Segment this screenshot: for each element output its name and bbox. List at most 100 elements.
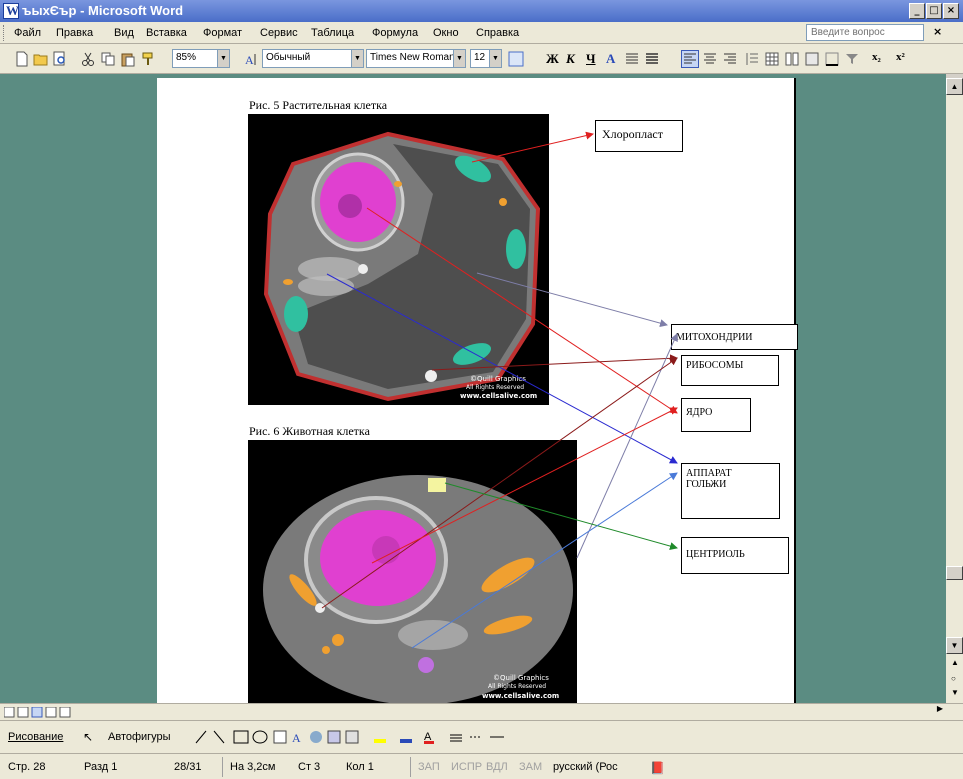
align-right-icon[interactable] bbox=[722, 51, 738, 67]
status-trk[interactable]: ИСПР bbox=[451, 761, 482, 773]
label-mitochondria[interactable]: МИТОХОНДРИИ bbox=[671, 324, 798, 350]
italic-button[interactable]: К bbox=[566, 51, 575, 67]
draw-menu-button[interactable]: Рисование bbox=[8, 731, 63, 743]
autoshapes-button[interactable]: Автофигуры bbox=[108, 731, 171, 743]
print-preview-icon[interactable] bbox=[52, 51, 68, 67]
chevron-down-icon: ▼ bbox=[351, 50, 363, 67]
style-dropdown[interactable]: Обычный ▼ bbox=[262, 49, 364, 68]
view-buttons[interactable] bbox=[4, 707, 94, 718]
print-layout-icon[interactable] bbox=[31, 707, 43, 718]
oval-tool-icon[interactable] bbox=[252, 730, 268, 744]
scroll-down-button[interactable]: ▼ bbox=[946, 637, 963, 654]
border-icon[interactable] bbox=[824, 51, 840, 67]
close-document-icon[interactable]: × bbox=[933, 25, 942, 38]
drawing-tools: A A bbox=[195, 730, 504, 745]
maximize-button[interactable]: □ bbox=[926, 3, 942, 19]
grid-icon[interactable] bbox=[804, 51, 820, 67]
web-view-icon[interactable] bbox=[17, 707, 29, 718]
menu-edit[interactable]: Правка bbox=[56, 27, 93, 39]
text-effect-button[interactable]: A bbox=[606, 51, 615, 67]
label-centriole[interactable]: ЦЕНТРИОЛЬ bbox=[681, 537, 789, 574]
horizontal-scrollbar[interactable]: ▶ bbox=[0, 703, 963, 720]
fill-color-icon[interactable] bbox=[374, 739, 386, 743]
status-bar: Стр. 28 Разд 1 28/31 На 3,2см Ст 3 Кол 1… bbox=[0, 753, 963, 779]
clipart-tool-icon[interactable] bbox=[327, 730, 341, 744]
distributed-text-icon[interactable] bbox=[624, 51, 640, 67]
label-ribosomes[interactable]: РИБОСОМЫ bbox=[681, 355, 779, 386]
scroll-right-button[interactable]: ▶ bbox=[934, 704, 946, 719]
menu-format[interactable]: Формат bbox=[203, 27, 242, 39]
scroll-thumb[interactable] bbox=[946, 566, 963, 580]
line-color-icon[interactable] bbox=[400, 739, 412, 743]
font-dropdown[interactable]: Times New Roman ▼ bbox=[366, 49, 466, 68]
menu-help[interactable]: Справка bbox=[476, 27, 519, 39]
menu-grip[interactable] bbox=[3, 25, 6, 41]
line-tool-icon[interactable] bbox=[195, 730, 207, 744]
outline-view-icon[interactable] bbox=[45, 707, 57, 718]
styles-formatting-icon[interactable] bbox=[508, 51, 524, 67]
word-app-icon[interactable] bbox=[3, 3, 19, 19]
menu-formula[interactable]: Формула bbox=[372, 27, 418, 39]
select-objects-icon[interactable]: ↖ bbox=[83, 730, 93, 744]
status-ovr[interactable]: ЗАМ bbox=[519, 761, 542, 773]
underline-button[interactable]: Ч bbox=[586, 51, 596, 67]
scroll-up-button[interactable]: ▲ bbox=[946, 78, 963, 95]
copy-icon[interactable] bbox=[100, 51, 116, 67]
next-page-icon[interactable]: ▼ bbox=[951, 688, 959, 697]
justify-icon[interactable] bbox=[644, 51, 660, 67]
vertical-scrollbar[interactable]: ▲ ▼ ▲ ○ ▼ bbox=[946, 78, 963, 703]
ask-question-input[interactable]: Введите вопрос bbox=[806, 24, 924, 41]
diagram-tool-icon[interactable] bbox=[310, 731, 322, 743]
minimize-button[interactable]: _ bbox=[909, 3, 925, 19]
open-folder-icon[interactable] bbox=[33, 51, 49, 67]
filter-icon[interactable] bbox=[844, 51, 860, 67]
status-page: Стр. 28 bbox=[8, 761, 46, 773]
wordart-tool-icon[interactable]: A bbox=[292, 731, 301, 745]
label-nucleus[interactable]: ЯДРО bbox=[681, 398, 751, 432]
label-chloroplast[interactable]: Хлоропласт bbox=[595, 120, 683, 152]
reading-view-icon[interactable] bbox=[59, 707, 71, 718]
menu-insert[interactable]: Вставка bbox=[146, 27, 187, 39]
format-painter-icon[interactable] bbox=[140, 51, 156, 67]
cut-icon[interactable] bbox=[80, 51, 96, 67]
zoom-dropdown[interactable]: 85% ▼ bbox=[172, 49, 230, 68]
picture-tool-icon[interactable] bbox=[345, 730, 359, 744]
menu-table[interactable]: Таблица bbox=[311, 27, 354, 39]
chevron-down-icon: ▼ bbox=[453, 50, 465, 67]
new-document-icon[interactable] bbox=[14, 51, 30, 67]
standard-toolbar: 85% ▼ A Обычный ▼ Times New Roman ▼ 12 ▼… bbox=[0, 44, 963, 74]
close-button[interactable]: × bbox=[943, 3, 959, 19]
styles-pane-icon[interactable]: A bbox=[244, 51, 260, 67]
subscript-button[interactable]: x₂ bbox=[872, 51, 881, 63]
browse-object-icon[interactable]: ○ bbox=[951, 674, 956, 683]
line-style-icon[interactable] bbox=[450, 734, 462, 742]
paste-icon[interactable] bbox=[120, 51, 136, 67]
textbox-tool-icon[interactable] bbox=[273, 730, 287, 744]
menu-window[interactable]: Окно bbox=[433, 27, 459, 39]
status-ext[interactable]: ВДЛ bbox=[486, 761, 508, 773]
status-rec[interactable]: ЗАП bbox=[418, 761, 440, 773]
menu-file[interactable]: Файл bbox=[14, 27, 41, 39]
menu-tools[interactable]: Сервис bbox=[260, 27, 298, 39]
align-left-icon[interactable] bbox=[681, 50, 699, 68]
spelling-status-icon[interactable]: 📕 bbox=[650, 761, 665, 775]
menu-view[interactable]: Вид bbox=[114, 27, 134, 39]
rectangle-tool-icon[interactable] bbox=[233, 730, 249, 744]
style-value: Обычный bbox=[266, 52, 311, 63]
table-icon[interactable] bbox=[764, 51, 780, 67]
watermark-line3: www.cellsalive.com bbox=[482, 692, 559, 700]
line-spacing-icon[interactable] bbox=[744, 51, 760, 67]
document-page[interactable]: Рис. 5 Растительная клетка ©Quill Graphi… bbox=[157, 78, 798, 703]
normal-view-icon[interactable] bbox=[4, 707, 15, 718]
arrow-tool-icon[interactable] bbox=[213, 730, 225, 744]
watermark-line2: All Rights Reserved bbox=[488, 683, 546, 690]
insert-columns-icon[interactable] bbox=[784, 51, 800, 67]
status-language[interactable]: русский (Рос bbox=[553, 761, 618, 773]
align-center-icon[interactable] bbox=[702, 51, 718, 67]
title-bar: ъыхЄър - Microsoft Word _ □ × bbox=[0, 0, 963, 22]
bold-button[interactable]: Ж bbox=[546, 51, 559, 67]
font-size-dropdown[interactable]: 12 ▼ bbox=[470, 49, 502, 68]
prev-page-icon[interactable]: ▲ bbox=[951, 658, 959, 667]
label-golgi[interactable]: АППАРАТ ГОЛЬЖИ bbox=[681, 463, 780, 519]
superscript-button[interactable]: x² bbox=[896, 51, 905, 63]
